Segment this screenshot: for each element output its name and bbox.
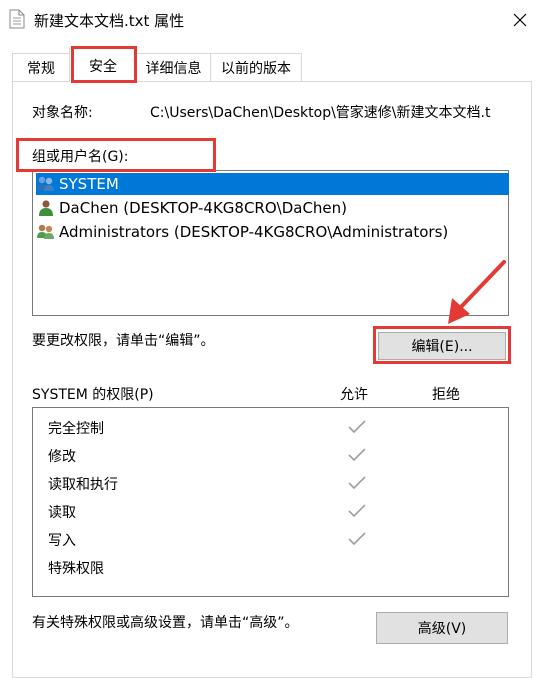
user-group-icon (36, 175, 56, 193)
close-button[interactable] (502, 4, 538, 36)
deny-header: 拒绝 (432, 387, 460, 403)
advanced-button[interactable]: 高级(V) (376, 612, 508, 644)
list-item-system[interactable]: SYSTEM (36, 173, 509, 195)
list-item-administrators[interactable]: Administrators (DESKTOP-4KG8CRO\Administ… (36, 221, 448, 243)
title-bar: 新建文本文档.txt 属性 (0, 0, 542, 40)
window-title: 新建文本文档.txt 属性 (34, 12, 185, 30)
permission-name: 特殊权限 (48, 561, 104, 577)
list-item-dachen[interactable]: DaChen (DESKTOP-4KG8CRO\DaChen) (36, 197, 347, 219)
allow-header: 允许 (340, 387, 368, 403)
permission-name: 读取 (48, 505, 76, 521)
list-item-label: DaChen (DESKTOP-4KG8CRO\DaChen) (59, 199, 348, 217)
permissions-label: SYSTEM 的权限(P) (32, 387, 154, 403)
permission-name: 写入 (48, 533, 76, 549)
tab-security[interactable]: 安全 (69, 48, 137, 82)
tab-previous-versions[interactable]: 以前的版本 (210, 53, 302, 81)
edit-hint: 要更改权限，请单击“编辑”。 (32, 333, 215, 349)
list-item-label: SYSTEM (59, 175, 119, 193)
check-icon (348, 504, 366, 518)
user-group-icon (36, 223, 56, 241)
document-icon (9, 9, 25, 29)
edit-button[interactable]: 编辑(E)... (378, 332, 506, 360)
list-item-label: Administrators (DESKTOP-4KG8CRO\Administ… (59, 223, 449, 241)
permission-name: 读取和执行 (48, 477, 118, 493)
object-name-label: 对象名称: (32, 105, 93, 121)
check-icon (348, 420, 366, 434)
group-list-label: 组或用户名(G): (32, 149, 129, 165)
check-icon (348, 476, 366, 490)
check-icon (348, 532, 366, 546)
advanced-hint: 有关特殊权限或高级设置，请单击“高级”。 (32, 615, 299, 631)
user-icon (36, 199, 56, 217)
permission-name: 完全控制 (48, 421, 104, 437)
annotation-arrow (448, 260, 506, 324)
close-icon (513, 13, 527, 27)
tab-general[interactable]: 常规 (12, 53, 70, 81)
permission-name: 修改 (48, 449, 76, 465)
object-name-value: C:\Users\DaChen\Desktop\管家速修\新建文本文档.t (150, 105, 491, 121)
tab-details[interactable]: 详细信息 (136, 53, 211, 81)
check-icon (348, 448, 366, 462)
